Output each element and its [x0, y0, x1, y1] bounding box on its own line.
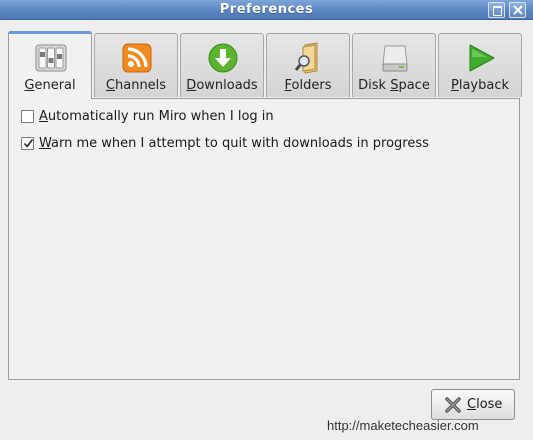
- auto-run-checkbox[interactable]: [21, 110, 34, 123]
- watermark-text: http://maketecheasier.com: [327, 418, 479, 433]
- download-arrow-icon: [207, 42, 239, 74]
- play-icon: [465, 42, 497, 74]
- switches-icon: [35, 42, 67, 74]
- tab-disk-space[interactable]: Disk Space: [352, 33, 436, 97]
- folder-search-icon: [293, 42, 325, 74]
- tab-general[interactable]: General: [8, 31, 92, 99]
- tab-folders[interactable]: Folders: [266, 33, 350, 97]
- hard-drive-icon: [379, 42, 411, 74]
- general-settings-panel: Automatically run Miro when I log in War…: [8, 98, 520, 380]
- close-button[interactable]: Close: [431, 389, 515, 420]
- tab-channels[interactable]: Channels: [94, 33, 178, 97]
- tab-label-folders: Folders: [284, 78, 332, 93]
- preferences-tabs: General Channels Downloads Folders Disk …: [8, 31, 522, 99]
- tab-label-channels: Channels: [105, 78, 167, 93]
- window-close-icon[interactable]: [509, 2, 526, 18]
- close-button-label: Close: [467, 397, 503, 412]
- window-title: Preferences: [219, 2, 314, 17]
- auto-run-label[interactable]: Automatically run Miro when I log in: [39, 109, 274, 124]
- tab-label-downloads: Downloads: [186, 78, 258, 93]
- tab-label-general: General: [24, 78, 76, 93]
- maximize-icon[interactable]: [488, 2, 505, 18]
- tab-label-playback: Playback: [450, 78, 509, 93]
- warn-quit-checkbox[interactable]: [21, 137, 34, 150]
- tab-playback[interactable]: Playback: [438, 33, 522, 97]
- close-x-icon: [444, 397, 462, 417]
- title-bar: Preferences: [0, 0, 533, 20]
- tab-downloads[interactable]: Downloads: [180, 33, 264, 97]
- warn-quit-label[interactable]: Warn me when I attempt to quit with down…: [39, 136, 429, 151]
- tab-label-disk-space: Disk Space: [358, 78, 430, 93]
- rss-feed-icon: [121, 42, 153, 74]
